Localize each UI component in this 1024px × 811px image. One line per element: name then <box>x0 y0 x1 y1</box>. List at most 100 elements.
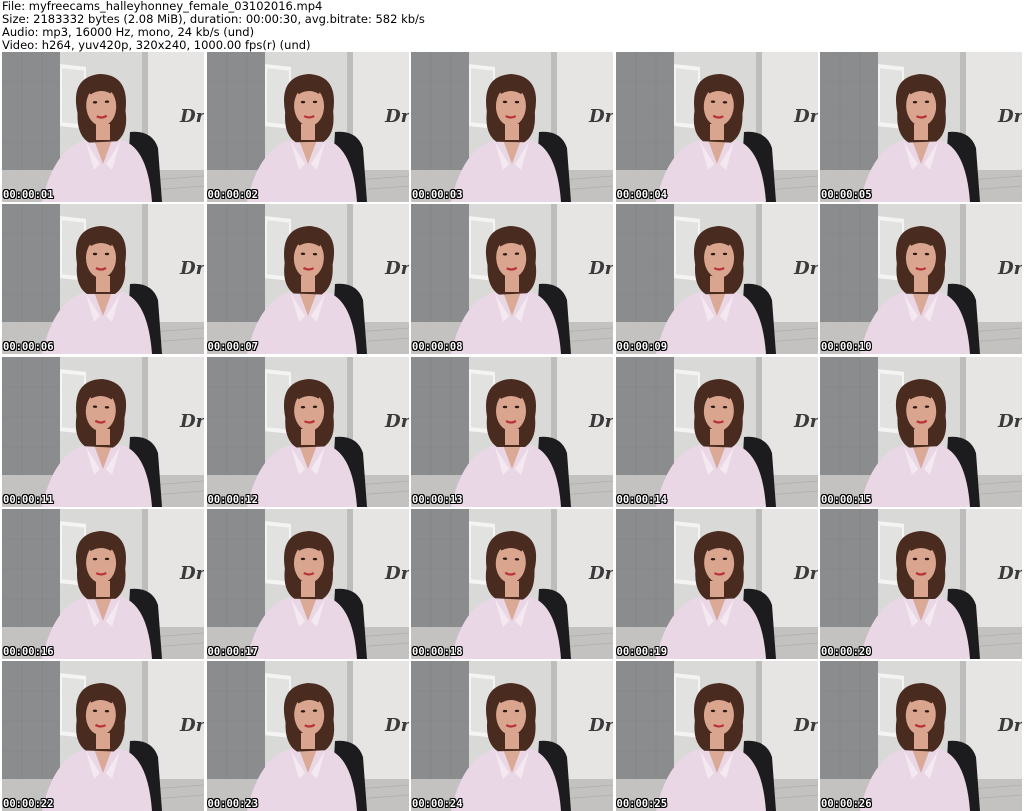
frame-timestamp: 00:00:06 <box>3 341 54 354</box>
webcam-frame-image: Dr <box>2 661 204 811</box>
webcam-frame-image: Dr <box>615 52 818 202</box>
video-frame-thumbnail: Dr 00:00:12 <box>206 356 409 507</box>
svg-text:Dr: Dr <box>384 106 409 127</box>
webcam-frame-image: Dr <box>2 508 204 659</box>
webcam-frame-image: Dr <box>206 52 409 202</box>
frame-timestamp: 00:00:08 <box>412 341 463 354</box>
video-frame-thumbnail: Dr 00:00:13 <box>411 356 613 507</box>
file-info-header: File: myfreecams_halleyhonney_female_031… <box>0 0 1024 52</box>
frame-timestamp: 00:00:18 <box>412 645 463 658</box>
frame-timestamp: 00:00:16 <box>3 645 54 658</box>
video-frame-thumbnail: Dr 00:00:07 <box>206 204 409 355</box>
svg-text:Dr: Dr <box>793 258 818 279</box>
video-frame-thumbnail: Dr 00:00:20 <box>820 508 1022 659</box>
svg-text:Dr: Dr <box>997 715 1022 736</box>
video-frame-thumbnail: Dr 00:00:14 <box>615 356 818 507</box>
video-frame-thumbnail: Dr 00:00:01 <box>2 52 204 202</box>
frame-timestamp: 00:00:11 <box>3 493 54 506</box>
svg-text:Dr: Dr <box>384 258 409 279</box>
webcam-frame-image: Dr <box>206 508 409 659</box>
webcam-frame-image: Dr <box>2 356 204 507</box>
webcam-frame-image: Dr <box>615 356 818 507</box>
frame-timestamp: 00:00:03 <box>412 189 463 201</box>
webcam-frame-image: Dr <box>206 204 409 355</box>
webcam-frame-image: Dr <box>411 356 613 507</box>
webcam-frame-image: Dr <box>2 52 204 202</box>
video-frame-thumbnail: Dr 00:00:16 <box>2 508 204 659</box>
frame-timestamp: 00:00:24 <box>412 798 463 810</box>
frame-timestamp: 00:00:22 <box>3 798 54 810</box>
video-frame-thumbnail: Dr 00:00:26 <box>820 661 1022 811</box>
svg-text:Dr: Dr <box>384 563 409 584</box>
frame-timestamp: 00:00:09 <box>616 341 668 354</box>
video-frame-thumbnail: Dr 00:00:19 <box>615 508 818 659</box>
video-frame-thumbnail: Dr 00:00:09 <box>615 204 818 355</box>
svg-text:Dr: Dr <box>997 411 1022 432</box>
webcam-frame-image: Dr <box>820 204 1022 355</box>
webcam-frame-image: Dr <box>411 204 613 355</box>
svg-text:Dr: Dr <box>793 715 818 736</box>
svg-text:Dr: Dr <box>384 411 409 432</box>
webcam-frame-image: Dr <box>206 356 409 507</box>
svg-text:Dr: Dr <box>588 563 613 584</box>
svg-text:Dr: Dr <box>179 106 204 127</box>
thumbnail-grid: Dr 00:00:01 Dr 00:00:02 Dr 00:00:03 Dr 0… <box>2 52 1022 811</box>
frame-timestamp: 00:00:20 <box>821 645 872 658</box>
video-frame-thumbnail: Dr 00:00:18 <box>411 508 613 659</box>
webcam-frame-image: Dr <box>206 661 409 811</box>
webcam-frame-image: Dr <box>615 508 818 659</box>
svg-text:Dr: Dr <box>793 563 818 584</box>
frame-timestamp: 00:00:17 <box>207 645 259 658</box>
frame-timestamp: 00:00:01 <box>3 189 54 201</box>
svg-text:Dr: Dr <box>179 563 204 584</box>
webcam-frame-image: Dr <box>411 52 613 202</box>
frame-timestamp: 00:00:15 <box>821 493 872 506</box>
video-frame-thumbnail: Dr 00:00:17 <box>206 508 409 659</box>
video-frame-thumbnail: Dr 00:00:11 <box>2 356 204 507</box>
webcam-frame-image: Dr <box>615 204 818 355</box>
webcam-frame-image: Dr <box>615 661 818 811</box>
webcam-frame-image: Dr <box>411 661 613 811</box>
svg-text:Dr: Dr <box>588 106 613 127</box>
webcam-frame-image: Dr <box>820 508 1022 659</box>
frame-timestamp: 00:00:04 <box>616 189 668 201</box>
svg-text:Dr: Dr <box>179 258 204 279</box>
video-info-line: Video: h264, yuv420p, 320x240, 1000.00 f… <box>2 38 311 52</box>
frame-timestamp: 00:00:07 <box>207 341 259 354</box>
webcam-frame-image: Dr <box>820 661 1022 811</box>
svg-text:Dr: Dr <box>997 258 1022 279</box>
webcam-frame-image: Dr <box>820 356 1022 507</box>
video-frame-thumbnail: Dr 00:00:24 <box>411 661 613 811</box>
video-frame-thumbnail: Dr 00:00:04 <box>615 52 818 202</box>
svg-text:Dr: Dr <box>997 106 1022 127</box>
frame-timestamp: 00:00:02 <box>207 189 259 201</box>
frame-timestamp: 00:00:12 <box>207 493 259 506</box>
webcam-frame-image: Dr <box>411 508 613 659</box>
video-frame-thumbnail: Dr 00:00:22 <box>2 661 204 811</box>
frame-timestamp: 00:00:19 <box>616 645 668 658</box>
frame-timestamp: 00:00:14 <box>616 493 668 506</box>
webcam-frame-image: Dr <box>2 204 204 355</box>
svg-text:Dr: Dr <box>179 411 204 432</box>
video-frame-thumbnail: Dr 00:00:08 <box>411 204 613 355</box>
svg-text:Dr: Dr <box>997 563 1022 584</box>
svg-text:Dr: Dr <box>588 411 613 432</box>
frame-timestamp: 00:00:05 <box>821 189 872 201</box>
svg-text:Dr: Dr <box>179 715 204 736</box>
frame-timestamp: 00:00:13 <box>412 493 463 506</box>
video-frame-thumbnail: Dr 00:00:05 <box>820 52 1022 202</box>
svg-text:Dr: Dr <box>793 106 818 127</box>
svg-text:Dr: Dr <box>588 715 613 736</box>
video-frame-thumbnail: Dr 00:00:25 <box>615 661 818 811</box>
video-frame-thumbnail: Dr 00:00:23 <box>206 661 409 811</box>
video-frame-thumbnail: Dr 00:00:02 <box>206 52 409 202</box>
frame-timestamp: 00:00:10 <box>821 341 872 354</box>
video-frame-thumbnail: Dr 00:00:15 <box>820 356 1022 507</box>
video-frame-thumbnail: Dr 00:00:06 <box>2 204 204 355</box>
svg-text:Dr: Dr <box>384 715 409 736</box>
video-frame-thumbnail: Dr 00:00:10 <box>820 204 1022 355</box>
svg-text:Dr: Dr <box>793 411 818 432</box>
svg-text:Dr: Dr <box>588 258 613 279</box>
frame-timestamp: 00:00:23 <box>207 798 259 810</box>
frame-timestamp: 00:00:25 <box>616 798 668 810</box>
